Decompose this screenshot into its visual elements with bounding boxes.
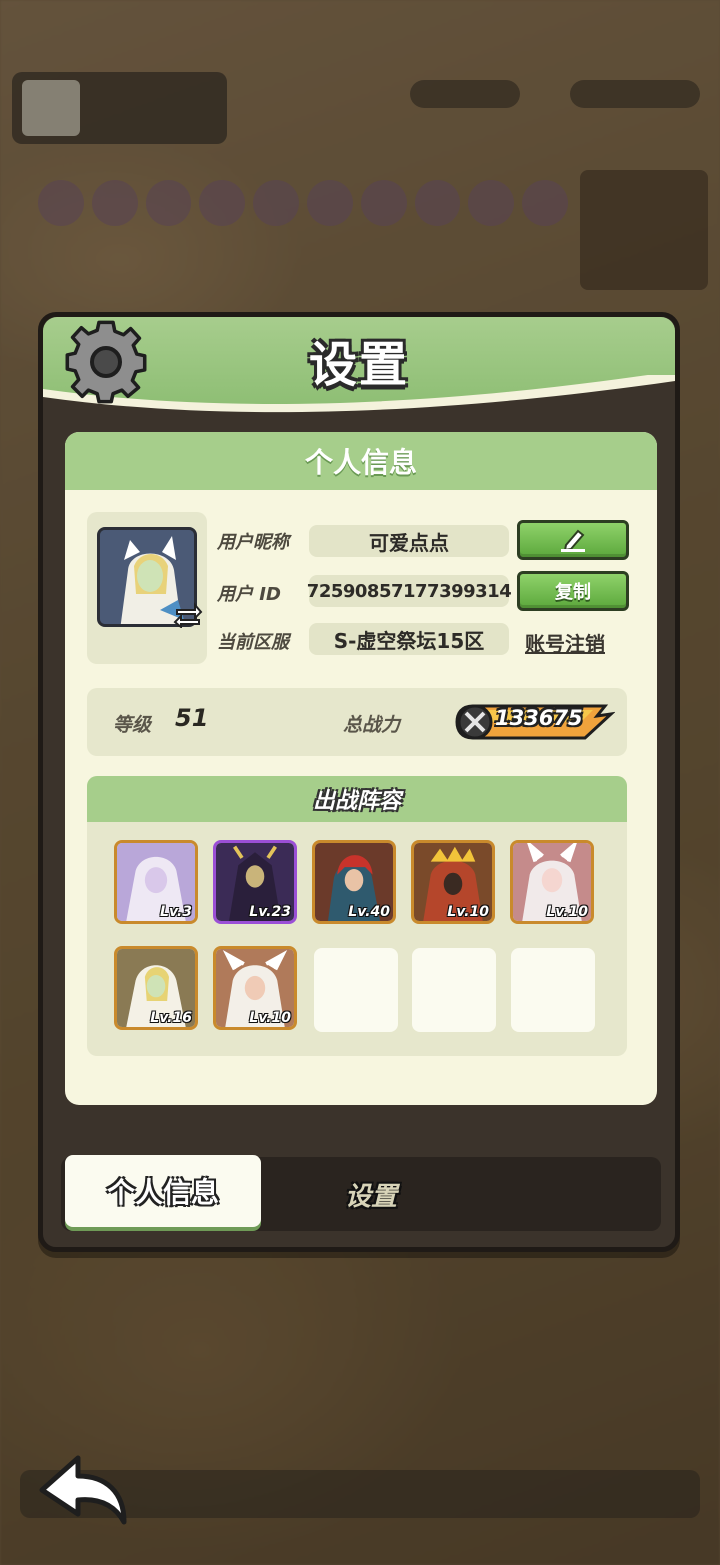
server-value: S-虚空祭坛15区	[309, 623, 509, 655]
nickname-label: 用户昵称	[217, 532, 289, 553]
panel-header: 个人信息	[65, 432, 657, 490]
user-id-value: 72590857177399314	[307, 575, 512, 607]
tab-settings[interactable]: 设置	[291, 1157, 451, 1231]
lineup-title: 出战阵容	[312, 789, 401, 814]
section-title: 个人信息	[304, 446, 417, 479]
pencil-icon	[561, 529, 585, 552]
level-label: 等级	[113, 714, 152, 736]
hero-slot-4[interactable]: Lv.10	[411, 840, 495, 924]
hero-level: Lv.10	[546, 904, 588, 920]
power-label: 总战力	[343, 714, 401, 736]
hero-slot-2[interactable]: Lv.23	[213, 840, 297, 924]
hero-level: Lv.10	[447, 904, 489, 920]
level-value: 51	[175, 704, 209, 732]
avatar-box	[87, 512, 207, 664]
user-id-label: 用户 ID	[217, 584, 281, 605]
hero-slot-5[interactable]: Lv.10	[510, 840, 594, 924]
back-button[interactable]	[36, 1452, 132, 1528]
battle-lineup: 出战阵容 Lv.3 Lv.23 Lv.40 Lv.10 Lv.10 Lv.16 …	[87, 776, 627, 1056]
settings-dialog: 设置 个人信息 用户昵称 可爱点点 用户 ID 7259085717739931…	[38, 312, 680, 1252]
tab-personal-info[interactable]: 个人信息	[65, 1155, 261, 1227]
hero-level: Lv.40	[348, 904, 390, 920]
copy-id-button[interactable]: 复制	[517, 571, 629, 611]
empty-hero-slot[interactable]	[314, 948, 398, 1032]
empty-hero-slot[interactable]	[511, 948, 595, 1032]
hero-level: Lv.10	[249, 1010, 291, 1026]
power-value: 133675	[495, 706, 583, 730]
edit-nickname-button[interactable]	[517, 520, 629, 560]
swap-icon[interactable]	[173, 602, 203, 628]
gear-icon	[65, 320, 147, 404]
personal-info-panel: 个人信息 用户昵称 可爱点点 用户 ID 72590857177399314 复…	[65, 432, 657, 1105]
server-label: 当前区服	[217, 632, 289, 653]
hero-level: Lv.16	[150, 1010, 192, 1026]
account-deletion-link[interactable]: 账号注销	[525, 628, 605, 657]
hero-slot-6[interactable]: Lv.16	[114, 946, 198, 1030]
hero-level: Lv.23	[249, 904, 291, 920]
empty-hero-slot[interactable]	[412, 948, 496, 1032]
hero-slot-1[interactable]: Lv.3	[114, 840, 198, 924]
back-arrow-icon	[39, 1455, 127, 1525]
stats-bar: 等级 51 总战力 133675	[87, 688, 627, 756]
hero-slot-7[interactable]: Lv.10	[213, 946, 297, 1030]
bottom-tab-bar: 个人信息 设置	[61, 1155, 661, 1231]
hero-slot-3[interactable]: Lv.40	[312, 840, 396, 924]
nickname-value: 可爱点点	[309, 525, 509, 557]
lineup-header: 出战阵容	[87, 776, 627, 822]
hero-level: Lv.3	[160, 904, 192, 920]
